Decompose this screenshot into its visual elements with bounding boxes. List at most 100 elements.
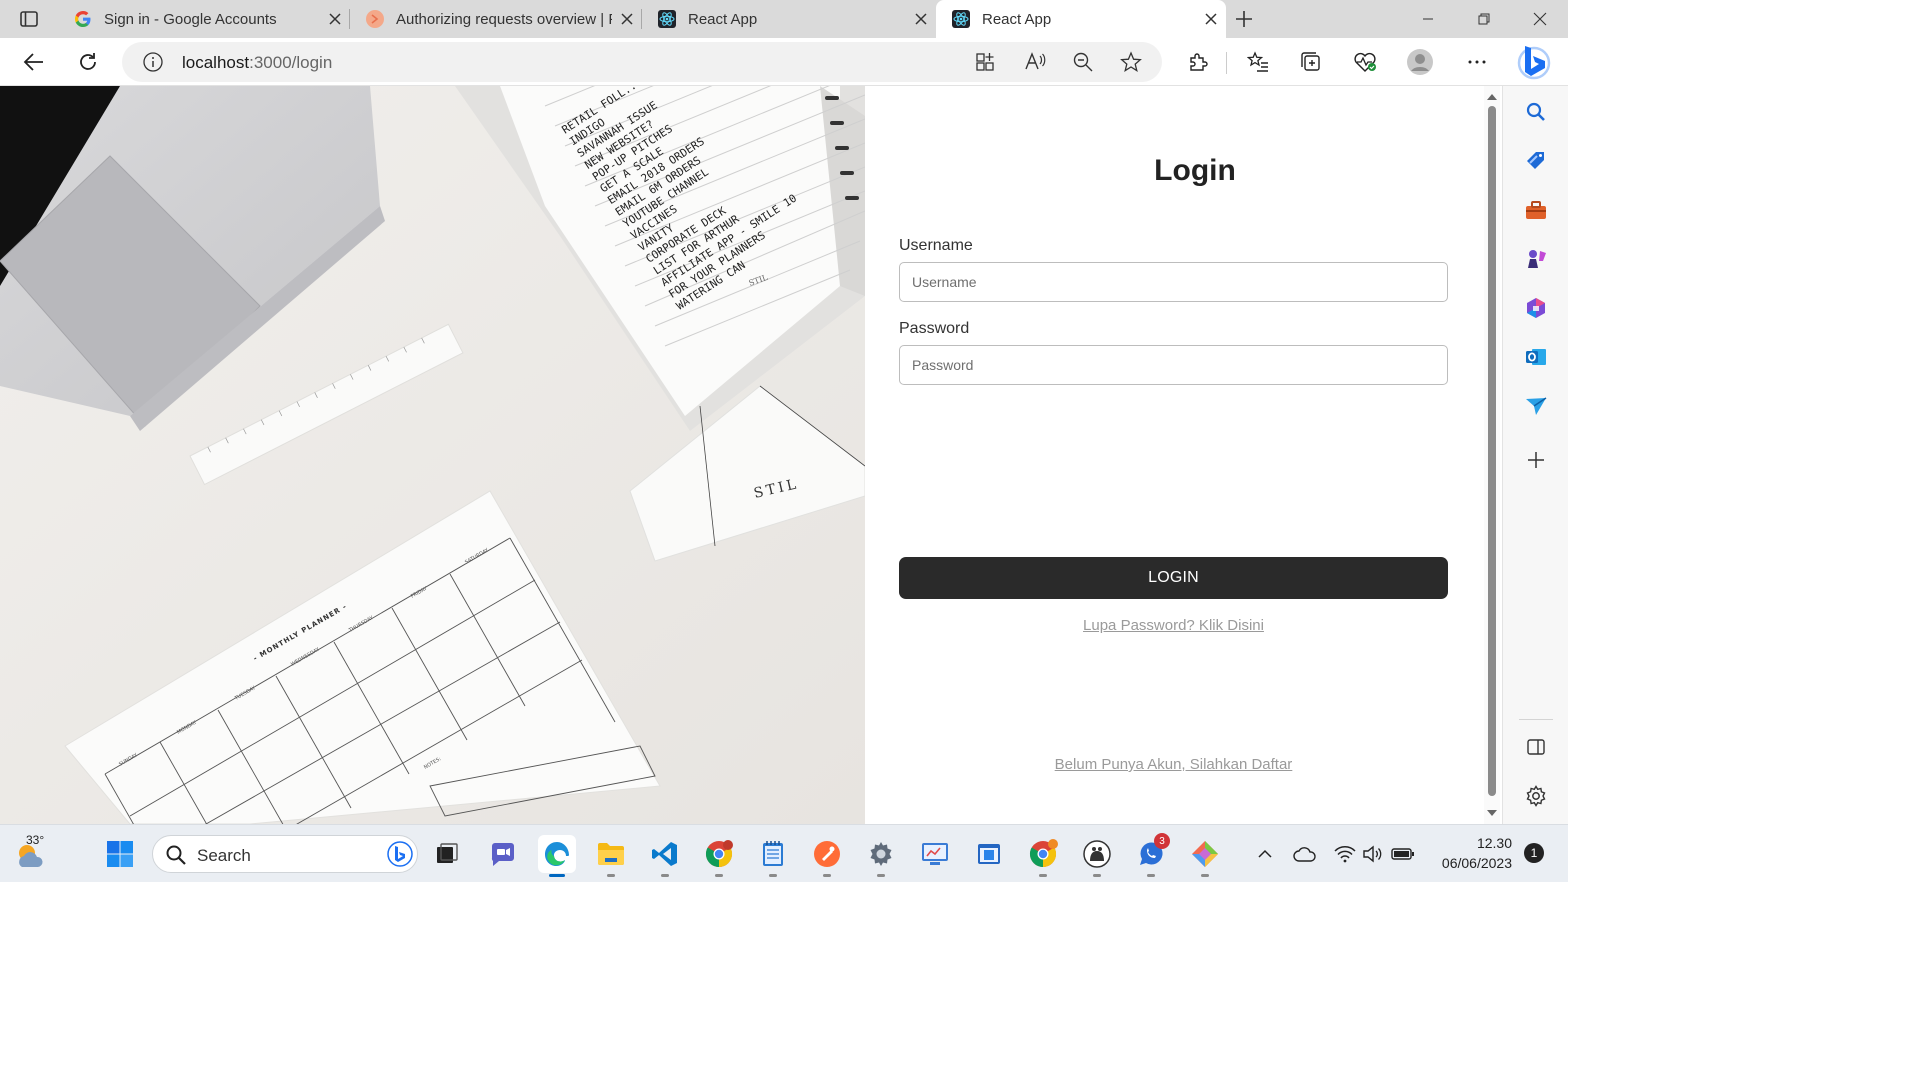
site-info-icon[interactable]	[142, 51, 164, 73]
sidebar-hide-button[interactable]	[1521, 732, 1551, 762]
settings-more-button[interactable]	[1459, 44, 1495, 80]
github-desktop-button[interactable]	[1078, 835, 1116, 877]
toolbox-icon	[1526, 201, 1546, 219]
whatsapp-button[interactable]: 3	[1132, 833, 1170, 877]
back-button[interactable]	[16, 44, 52, 80]
close-tab-icon[interactable]	[320, 4, 350, 34]
battery-icon	[1391, 848, 1414, 860]
vscode-button[interactable]	[646, 835, 684, 877]
new-tab-button[interactable]	[1226, 0, 1262, 38]
clock-date: 06/06/2023	[1441, 855, 1512, 871]
heart-pulse-icon	[1354, 52, 1376, 72]
sidebar-tools-button[interactable]	[1521, 195, 1551, 225]
clock-time: 12.30	[1476, 835, 1512, 851]
tab-actions-button[interactable]	[0, 0, 58, 38]
google-icon	[74, 10, 92, 28]
weather-widget[interactable]: 33°	[8, 833, 52, 873]
scroll-down-icon[interactable]	[1484, 806, 1500, 820]
sidebar-divider	[1519, 719, 1553, 720]
bing-copilot-button[interactable]	[1514, 42, 1554, 82]
page-scrollbar[interactable]	[1484, 86, 1500, 824]
password-input[interactable]	[899, 345, 1448, 385]
scroll-thumb[interactable]	[1488, 106, 1496, 796]
volume-button[interactable]	[1356, 835, 1390, 873]
speaker-icon	[1363, 845, 1382, 863]
show-hidden-icons-button[interactable]	[1248, 835, 1282, 873]
photos-app-button[interactable]	[1186, 835, 1224, 877]
teams-chat-button[interactable]	[484, 835, 522, 873]
tab-google-sign-in[interactable]: Sign in - Google Accounts	[58, 0, 350, 38]
close-window-button[interactable]	[1512, 0, 1568, 38]
sidebar-settings-button[interactable]	[1521, 781, 1551, 811]
sidebar-microsoft365-button[interactable]	[1521, 293, 1551, 323]
url-text[interactable]: localhost:3000/login	[182, 53, 332, 73]
read-aloud-icon[interactable]	[1024, 51, 1046, 73]
task-view-button[interactable]	[428, 835, 466, 873]
notepad-button[interactable]	[754, 835, 792, 877]
taskbar-search[interactable]: Search	[152, 835, 418, 873]
notification-center-badge[interactable]: 1	[1524, 843, 1544, 863]
address-bar[interactable]: localhost:3000/login	[122, 42, 1162, 82]
battery-button[interactable]	[1386, 835, 1420, 873]
close-tab-icon[interactable]	[1196, 4, 1226, 34]
login-panel: Login Username Password LOGIN Lupa Passw…	[865, 86, 1485, 824]
clock[interactable]: 12.30 06/06/2023	[1418, 833, 1512, 873]
close-tab-icon[interactable]	[906, 4, 936, 34]
favorite-star-icon[interactable]	[1120, 51, 1142, 73]
chrome-icon	[705, 840, 733, 868]
browser-toolbar: localhost:3000/login	[0, 38, 1568, 86]
tab-authorizing-requests[interactable]: Authorizing requests overview | F	[350, 0, 642, 38]
sidebar-search-button[interactable]	[1521, 97, 1551, 127]
remote-desktop-button[interactable]	[916, 835, 954, 873]
window-app-button[interactable]	[970, 835, 1008, 873]
browser-essentials-button[interactable]	[1347, 44, 1383, 80]
sidebar-add-button[interactable]	[1521, 445, 1551, 475]
sidebar-shopping-button[interactable]	[1521, 146, 1551, 176]
refresh-button[interactable]	[70, 44, 106, 80]
url-host: localhost	[182, 53, 250, 72]
chrome-button[interactable]	[1024, 835, 1062, 877]
react-icon	[658, 10, 676, 28]
chrome-icon	[1029, 839, 1058, 868]
cloud-icon	[1293, 847, 1316, 862]
tab-react-app-active[interactable]: React App	[936, 0, 1226, 38]
extensions-button[interactable]	[1180, 44, 1216, 80]
tab-react-app[interactable]: React App	[642, 0, 936, 38]
firebase-icon	[366, 10, 384, 28]
minimize-button[interactable]	[1400, 0, 1456, 38]
paper-plane-icon	[1526, 397, 1547, 415]
file-explorer-button[interactable]	[592, 835, 630, 877]
collections-button[interactable]	[1293, 44, 1329, 80]
onedrive-button[interactable]	[1288, 835, 1322, 873]
sidebar-games-button[interactable]	[1521, 244, 1551, 274]
restore-button[interactable]	[1456, 0, 1512, 38]
login-title: Login	[1154, 154, 1236, 187]
chrome-profile-button[interactable]	[700, 835, 738, 877]
chess-piece-icon	[1528, 250, 1546, 268]
zoom-out-icon[interactable]	[1072, 51, 1094, 73]
register-link[interactable]: Belum Punya Akun, Silahkan Daftar	[899, 756, 1448, 773]
running-indicator	[607, 874, 615, 877]
search-icon	[1526, 102, 1545, 121]
scroll-up-icon[interactable]	[1484, 90, 1500, 104]
window-icon	[978, 844, 1000, 864]
desk-photo-illustration: RETAIL FOLL... INDIGO SAVANNAH ISSUE NEW…	[0, 86, 865, 824]
sidebar-outlook-button[interactable]	[1521, 342, 1551, 372]
profile-button[interactable]	[1402, 44, 1438, 80]
plus-icon	[1528, 452, 1544, 468]
close-tab-icon[interactable]	[612, 4, 642, 34]
plus-icon	[1236, 11, 1252, 27]
start-button[interactable]	[101, 835, 139, 873]
username-input[interactable]	[899, 262, 1448, 302]
app-available-icon[interactable]	[974, 51, 996, 73]
login-button[interactable]: LOGIN	[899, 557, 1448, 599]
postman-button[interactable]	[808, 835, 846, 877]
tab-strip: Sign in - Google Accounts Authorizing re…	[0, 0, 1568, 38]
settings-app-button[interactable]	[862, 835, 900, 877]
edge-taskbar-button[interactable]	[538, 835, 576, 877]
tab-actions-icon	[20, 11, 38, 27]
sidebar-drop-button[interactable]	[1521, 391, 1551, 421]
forgot-password-link[interactable]: Lupa Password? Klik Disini	[899, 617, 1448, 634]
favorites-button[interactable]	[1240, 44, 1276, 80]
edge-icon	[545, 842, 569, 866]
